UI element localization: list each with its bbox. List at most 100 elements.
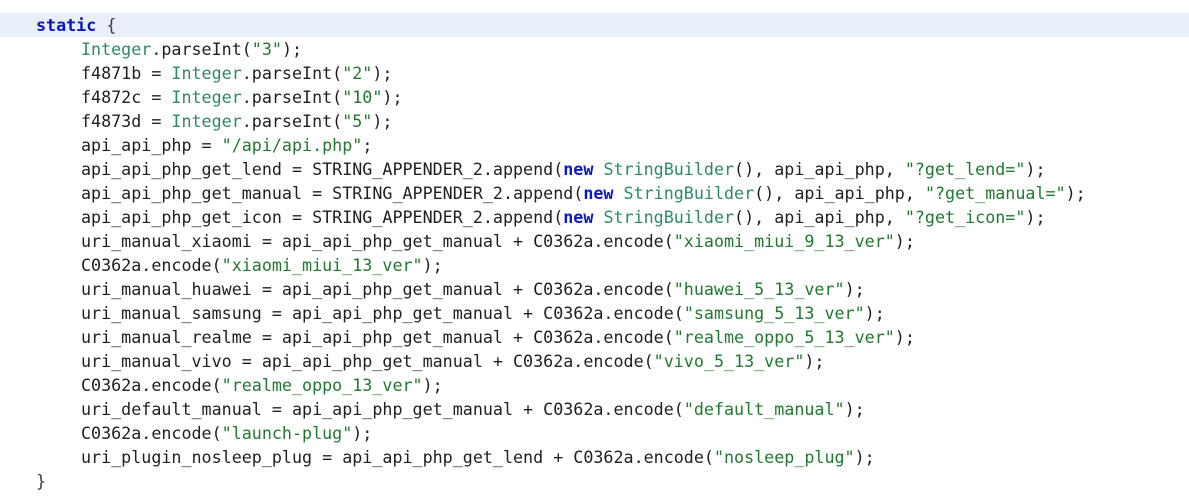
code-token-plain: ); bbox=[844, 279, 865, 299]
code-token-str: "xiaomi_miui_9_13_ver" bbox=[673, 231, 895, 251]
code-line[interactable]: uri_manual_huawei = api_api_php_get_manu… bbox=[0, 277, 865, 301]
code-token-brace: } bbox=[36, 471, 47, 491]
code-token-plain: ); bbox=[352, 423, 373, 443]
code-token-plain: ); bbox=[1025, 159, 1046, 179]
code-token-plain: ); bbox=[372, 63, 393, 83]
code-token-plain: uri_default_manual = api_api_php_get_man… bbox=[81, 399, 684, 419]
code-token-plain: uri_manual_samsung = api_api_php_get_man… bbox=[81, 303, 684, 323]
code-line-text: } bbox=[0, 469, 46, 493]
code-token-plain: C0362a.encode( bbox=[81, 423, 222, 443]
code-token-plain: ); bbox=[372, 111, 393, 131]
code-token-plain: ); bbox=[894, 231, 915, 251]
code-token-str: "realme_oppo_5_13_ver" bbox=[673, 327, 895, 347]
code-line-text: Integer.parseInt("3"); bbox=[0, 37, 302, 61]
code-token-plain: uri_plugin_nosleep_plug = api_api_php_ge… bbox=[81, 447, 714, 467]
code-token-str: "samsung_5_13_ver" bbox=[683, 303, 865, 323]
code-token-type: StringBuilder bbox=[623, 183, 755, 203]
code-token-kw: static bbox=[36, 15, 97, 35]
code-token-plain: .parseInt( bbox=[151, 39, 252, 59]
code-token-str: "launch-plug" bbox=[221, 423, 353, 443]
code-token-plain: ); bbox=[281, 39, 303, 59]
code-line[interactable]: uri_manual_samsung = api_api_php_get_man… bbox=[0, 301, 885, 325]
code-token-str: "10" bbox=[342, 87, 383, 107]
code-token-type: Integer bbox=[81, 39, 152, 59]
code-token-str: "realme_oppo_13_ver" bbox=[221, 375, 423, 395]
code-line[interactable]: C0362a.encode("xiaomi_miui_13_ver"); bbox=[0, 253, 443, 277]
code-token-plain: api_api_php_get_icon = STRING_APPENDER_2… bbox=[81, 207, 564, 227]
code-line[interactable]: api_api_php = "/api/api.php"; bbox=[0, 133, 372, 157]
code-token-str: "2" bbox=[342, 63, 373, 83]
code-token-plain: C0362a.encode( bbox=[81, 255, 222, 275]
code-line[interactable]: uri_default_manual = api_api_php_get_man… bbox=[0, 397, 865, 421]
code-line[interactable]: } bbox=[0, 469, 46, 493]
code-token-plain: uri_manual_huawei = api_api_php_get_manu… bbox=[81, 279, 674, 299]
code-line-text: uri_manual_vivo = api_api_php_get_manual… bbox=[0, 349, 824, 373]
code-token-plain: ); bbox=[1065, 183, 1086, 203]
code-line[interactable]: api_api_php_get_icon = STRING_APPENDER_2… bbox=[0, 205, 1046, 229]
code-line-text: uri_default_manual = api_api_php_get_man… bbox=[0, 397, 865, 421]
code-token-plain: ); bbox=[1025, 207, 1046, 227]
code-line[interactable]: api_api_php_get_manual = STRING_APPENDER… bbox=[0, 181, 1086, 205]
code-token-str: "vivo_5_13_ver" bbox=[653, 351, 805, 371]
code-token-kw: new bbox=[563, 159, 594, 179]
code-line[interactable]: f4873d = Integer.parseInt("5"); bbox=[0, 109, 392, 133]
code-line[interactable]: uri_plugin_nosleep_plug = api_api_php_ge… bbox=[0, 445, 875, 469]
code-line[interactable]: uri_manual_xiaomi = api_api_php_get_manu… bbox=[0, 229, 915, 253]
code-token-str: "3" bbox=[251, 39, 282, 59]
code-line[interactable]: C0362a.encode("realme_oppo_13_ver"); bbox=[0, 373, 443, 397]
code-line[interactable]: api_api_php_get_lend = STRING_APPENDER_2… bbox=[0, 157, 1046, 181]
code-line-text: C0362a.encode("realme_oppo_13_ver"); bbox=[0, 373, 443, 397]
code-token-str: "?get_icon=" bbox=[904, 207, 1026, 227]
code-line-text: api_api_php = "/api/api.php"; bbox=[0, 133, 372, 157]
code-token-plain: uri_manual_xiaomi = api_api_php_get_manu… bbox=[81, 231, 674, 251]
code-token-str: "default_manual" bbox=[683, 399, 845, 419]
code-token-plain: api_api_php_get_lend = STRING_APPENDER_2… bbox=[81, 159, 564, 179]
code-line-text: f4873d = Integer.parseInt("5"); bbox=[0, 109, 392, 133]
code-line-text: api_api_php_get_lend = STRING_APPENDER_2… bbox=[0, 157, 1046, 181]
code-token-str: "?get_lend=" bbox=[904, 159, 1026, 179]
code-token-str: "xiaomi_miui_13_ver" bbox=[221, 255, 423, 275]
code-token-plain: api_api_php = bbox=[81, 135, 222, 155]
code-token-type: Integer bbox=[171, 87, 242, 107]
code-line[interactable]: f4871b = Integer.parseInt("2"); bbox=[0, 61, 392, 85]
code-line-text: uri_manual_samsung = api_api_php_get_man… bbox=[0, 301, 885, 325]
code-line[interactable]: Integer.parseInt("3"); bbox=[0, 37, 302, 61]
code-line[interactable]: C0362a.encode("launch-plug"); bbox=[0, 421, 372, 445]
code-token-type: StringBuilder bbox=[603, 207, 735, 227]
code-token-plain: ); bbox=[864, 303, 885, 323]
code-line[interactable]: f4872c = Integer.parseInt("10"); bbox=[0, 85, 403, 109]
code-token-plain: ); bbox=[844, 399, 865, 419]
code-token-str: "huawei_5_13_ver" bbox=[673, 279, 845, 299]
code-line-text: uri_manual_huawei = api_api_php_get_manu… bbox=[0, 277, 865, 301]
code-token-plain: f4872c = bbox=[81, 87, 172, 107]
code-token-plain: uri_manual_realme = api_api_php_get_manu… bbox=[81, 327, 674, 347]
code-token-str: "/api/api.php" bbox=[221, 135, 363, 155]
code-token-plain: (), api_api_php, bbox=[734, 207, 905, 227]
code-token-plain: api_api_php_get_manual = STRING_APPENDER… bbox=[81, 183, 584, 203]
code-token-plain: ); bbox=[422, 375, 443, 395]
code-line[interactable]: static { bbox=[0, 13, 1189, 37]
code-token-plain: C0362a.encode( bbox=[81, 375, 222, 395]
code-token-plain: .parseInt( bbox=[241, 63, 343, 83]
code-token-plain: .parseInt( bbox=[241, 87, 343, 107]
code-token-plain: ); bbox=[422, 255, 443, 275]
code-token-type: Integer bbox=[171, 63, 242, 83]
code-line[interactable]: uri_manual_vivo = api_api_php_get_manual… bbox=[0, 349, 824, 373]
code-token-plain: ); bbox=[854, 447, 875, 467]
code-line-text: C0362a.encode("launch-plug"); bbox=[0, 421, 372, 445]
code-token-type: StringBuilder bbox=[603, 159, 735, 179]
code-token-str: "5" bbox=[342, 111, 373, 131]
code-line-text: C0362a.encode("xiaomi_miui_13_ver"); bbox=[0, 253, 443, 277]
code-token-plain: ; bbox=[362, 135, 373, 155]
code-editor[interactable]: static {Integer.parseInt("3"); f4871b = I… bbox=[0, 0, 1189, 501]
code-line-text: api_api_php_get_manual = STRING_APPENDER… bbox=[0, 181, 1086, 205]
code-token-plain: ); bbox=[894, 327, 915, 347]
code-token-plain: uri_manual_vivo = api_api_php_get_manual… bbox=[81, 351, 654, 371]
code-line-text: static { bbox=[0, 13, 116, 37]
code-token-brace: { bbox=[96, 15, 117, 35]
code-line-text: api_api_php_get_icon = STRING_APPENDER_2… bbox=[0, 205, 1046, 229]
code-line[interactable]: uri_manual_realme = api_api_php_get_manu… bbox=[0, 325, 915, 349]
